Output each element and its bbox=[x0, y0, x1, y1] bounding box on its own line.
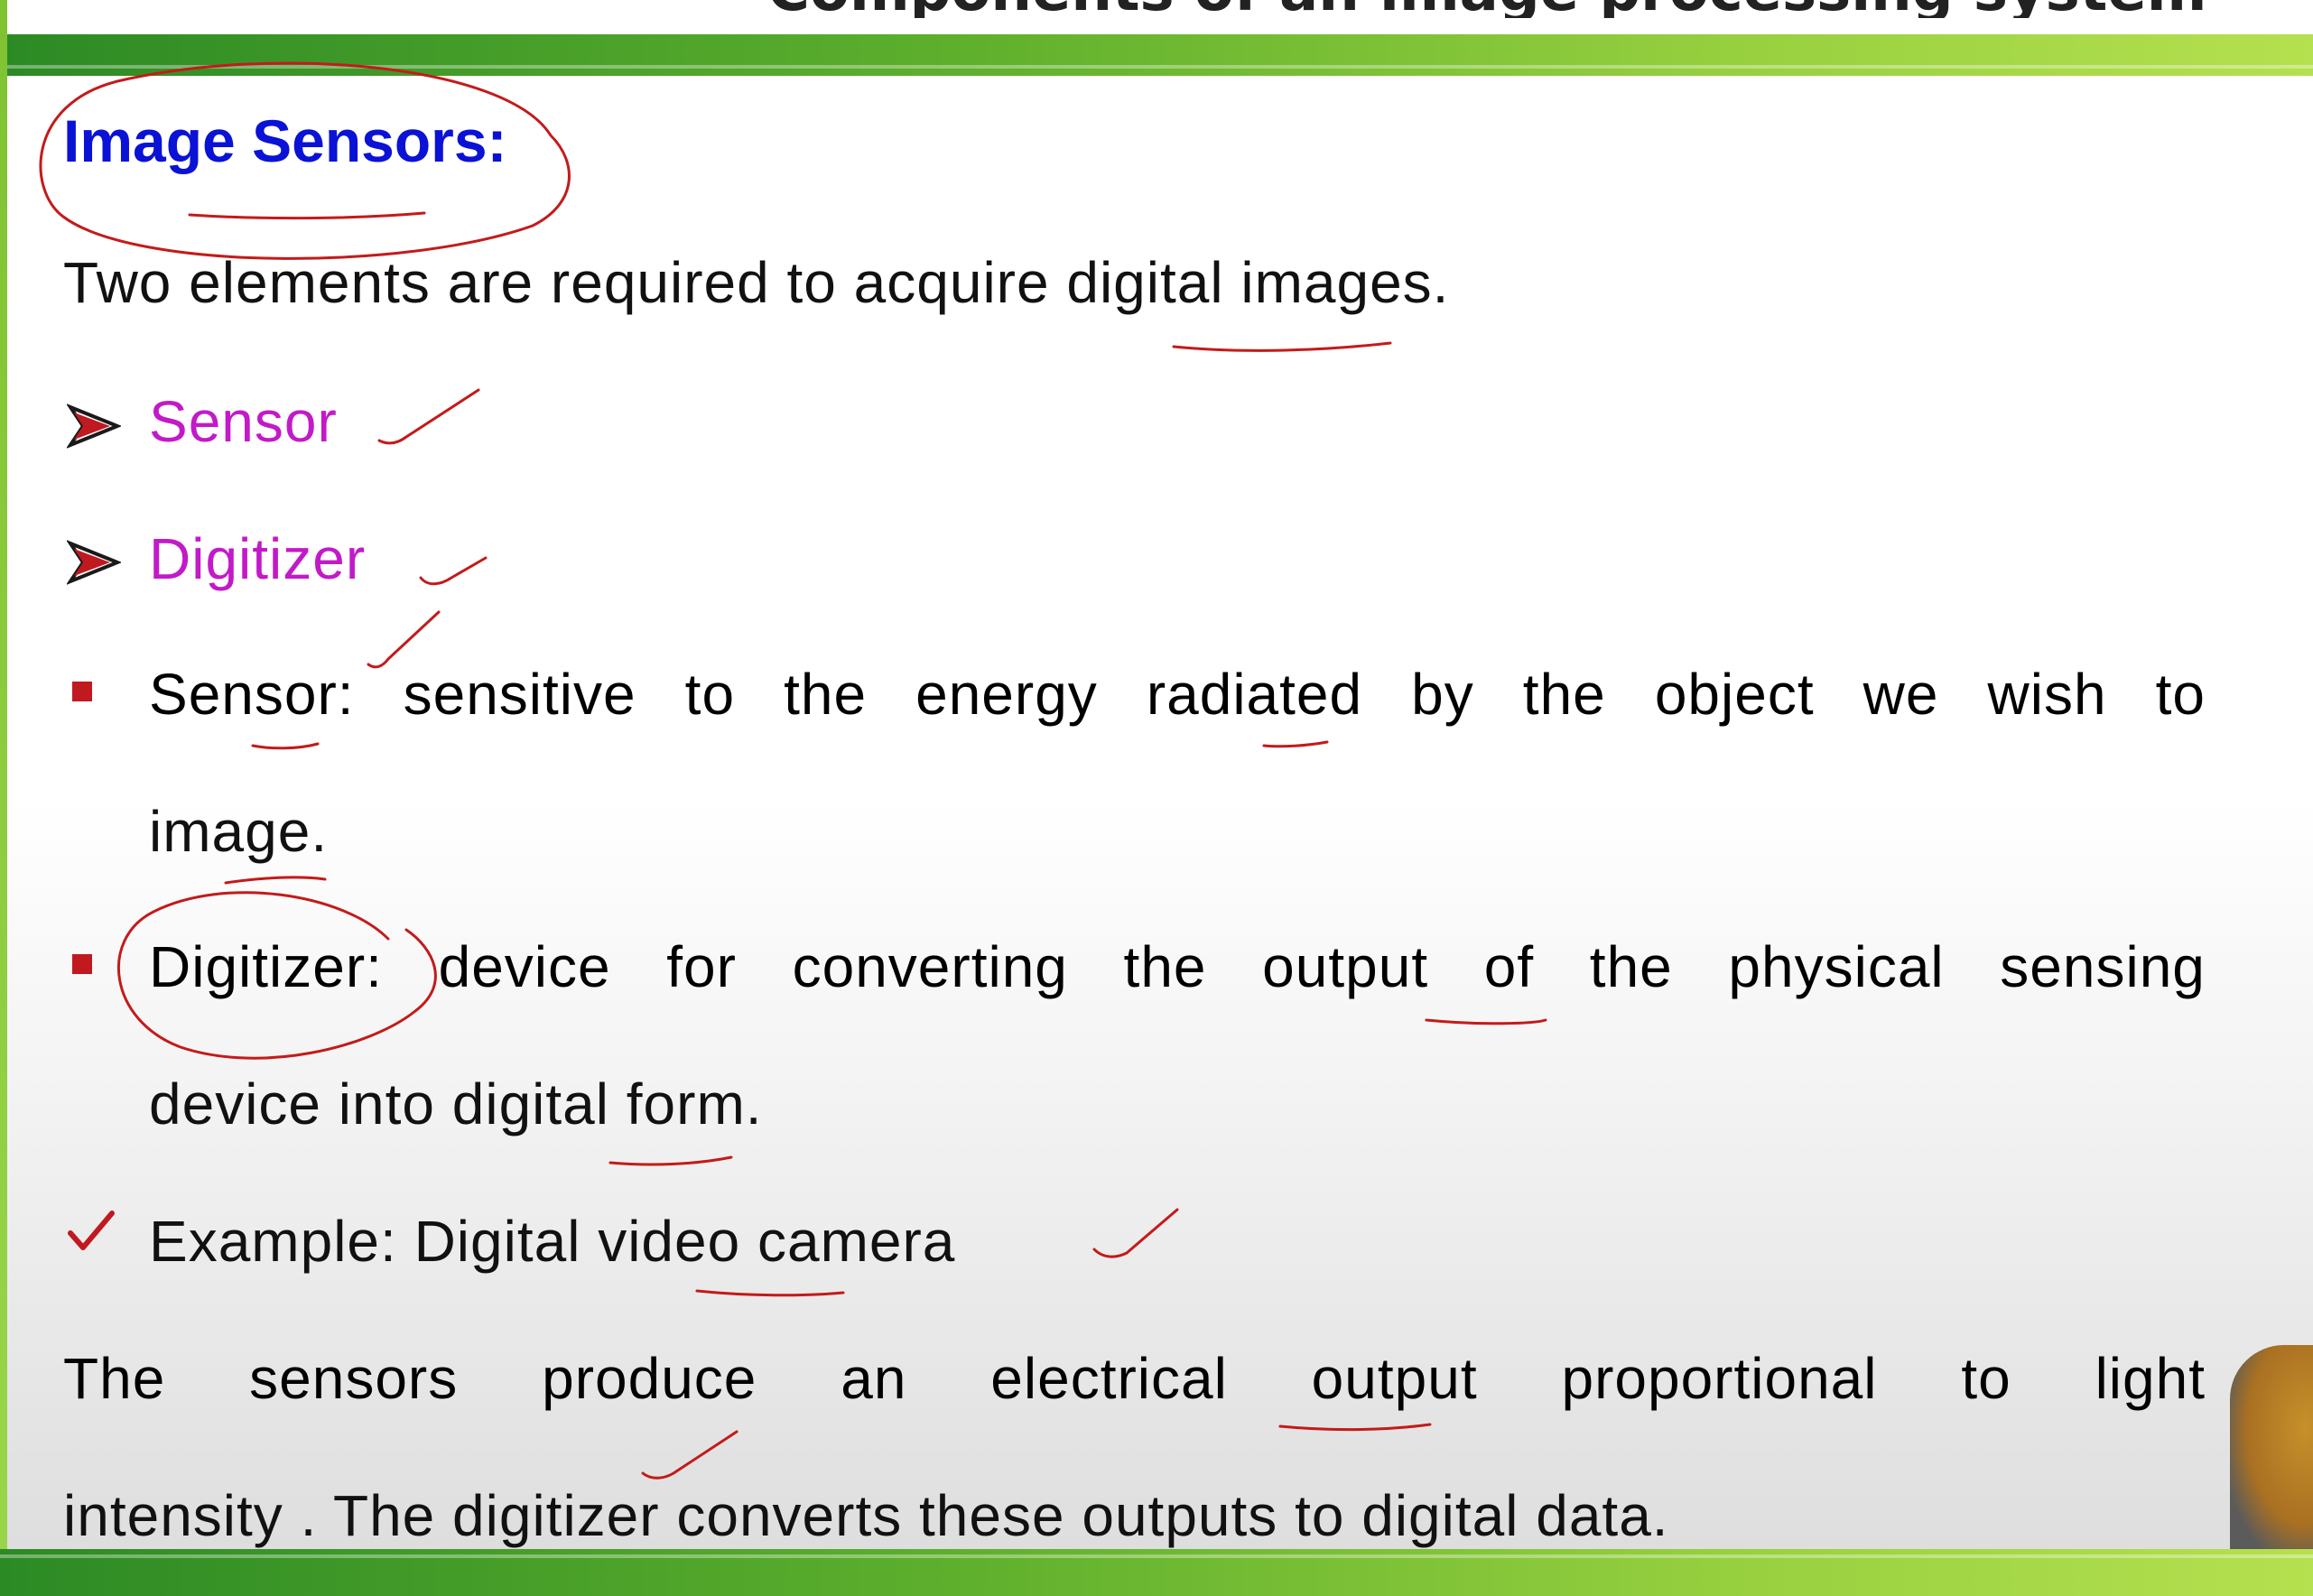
word: we bbox=[1862, 662, 1939, 727]
underline-radiated-annotation bbox=[1262, 740, 1329, 748]
word: light bbox=[2095, 1346, 2206, 1411]
square-bullet-icon bbox=[72, 682, 92, 701]
word: for bbox=[666, 934, 737, 999]
header-band: Components of an image processing system bbox=[0, 0, 2313, 34]
word: proportional bbox=[1561, 1346, 1878, 1411]
check-sensor-definition-annotation bbox=[367, 610, 441, 669]
underline-output-of-annotation bbox=[1425, 1018, 1547, 1025]
word: Sensor: bbox=[149, 662, 355, 727]
word: sensing bbox=[2000, 934, 2206, 999]
intro-text: Two elements are required to acquire dig… bbox=[63, 250, 1450, 315]
word: to bbox=[1961, 1346, 2011, 1411]
closing-paragraph-line2: intensity . The digitizer converts these… bbox=[63, 1483, 1669, 1548]
check-digitizer-annotation bbox=[419, 556, 488, 586]
word: energy bbox=[915, 662, 1098, 727]
word: to bbox=[2155, 662, 2206, 727]
sensor-definition-line1: Sensor: sensitive to the energy radiated… bbox=[149, 661, 2206, 728]
word: the bbox=[1123, 934, 1207, 999]
arrow-bullet-icon bbox=[67, 540, 121, 585]
underline-output-annotation bbox=[1278, 1423, 1432, 1432]
word: output bbox=[1262, 934, 1429, 999]
word: of bbox=[1483, 934, 1535, 999]
word: produce bbox=[542, 1346, 757, 1411]
word: the bbox=[784, 662, 868, 727]
square-bullet-icon bbox=[72, 954, 92, 974]
underline-video-annotation bbox=[695, 1289, 845, 1297]
arrow-bullet-icon bbox=[67, 404, 121, 449]
slide-title: Components of an image processing system bbox=[767, 0, 2230, 18]
word: physical bbox=[1728, 934, 1945, 999]
word: output bbox=[1311, 1346, 1478, 1411]
underline-digital-annotation bbox=[1172, 341, 1392, 352]
word: the bbox=[1589, 934, 1673, 999]
example-text: Example: Digital video camera bbox=[149, 1209, 956, 1274]
word: to bbox=[684, 662, 736, 727]
underline-sensor-annotation bbox=[251, 742, 320, 750]
underline-image-annotation bbox=[224, 876, 327, 885]
word: sensitive bbox=[403, 662, 636, 727]
left-edge-bar bbox=[0, 0, 7, 1596]
check-bullet-icon bbox=[68, 1211, 115, 1250]
word: the bbox=[1522, 662, 1606, 727]
word: The bbox=[63, 1346, 166, 1411]
word: object bbox=[1654, 662, 1815, 727]
section-heading: Image Sensors: bbox=[63, 107, 507, 174]
top-green-bar bbox=[0, 34, 2313, 76]
word: Digitizer: bbox=[149, 934, 383, 999]
word: sensors bbox=[249, 1346, 459, 1411]
closing-paragraph-line1: The sensors produce an electrical output… bbox=[63, 1345, 2206, 1412]
list-item-sensor: Sensor bbox=[149, 389, 338, 454]
bottom-green-bar bbox=[0, 1549, 2313, 1596]
check-sensor-annotation bbox=[377, 388, 480, 445]
word: by bbox=[1411, 662, 1474, 727]
word: an bbox=[841, 1346, 907, 1411]
check-camera-annotation bbox=[1092, 1208, 1179, 1258]
digitizer-definition-line2: device into digital form. bbox=[149, 1072, 763, 1137]
word: radiated bbox=[1146, 662, 1363, 727]
presenter-video-overlay bbox=[2230, 1345, 2313, 1553]
word: wish bbox=[1987, 662, 2107, 727]
underline-heading-annotation bbox=[188, 211, 426, 220]
underline-digital-form-annotation bbox=[608, 1155, 733, 1166]
word: device bbox=[438, 934, 611, 999]
word: converting bbox=[792, 934, 1068, 999]
digitizer-definition-line1: Digitizer: device for converting the out… bbox=[149, 933, 2206, 1000]
word: electrical bbox=[990, 1346, 1228, 1411]
sensor-definition-line2: image. bbox=[149, 799, 329, 864]
check-digitizer-closing-annotation bbox=[641, 1430, 738, 1480]
list-item-digitizer: Digitizer bbox=[149, 526, 367, 591]
